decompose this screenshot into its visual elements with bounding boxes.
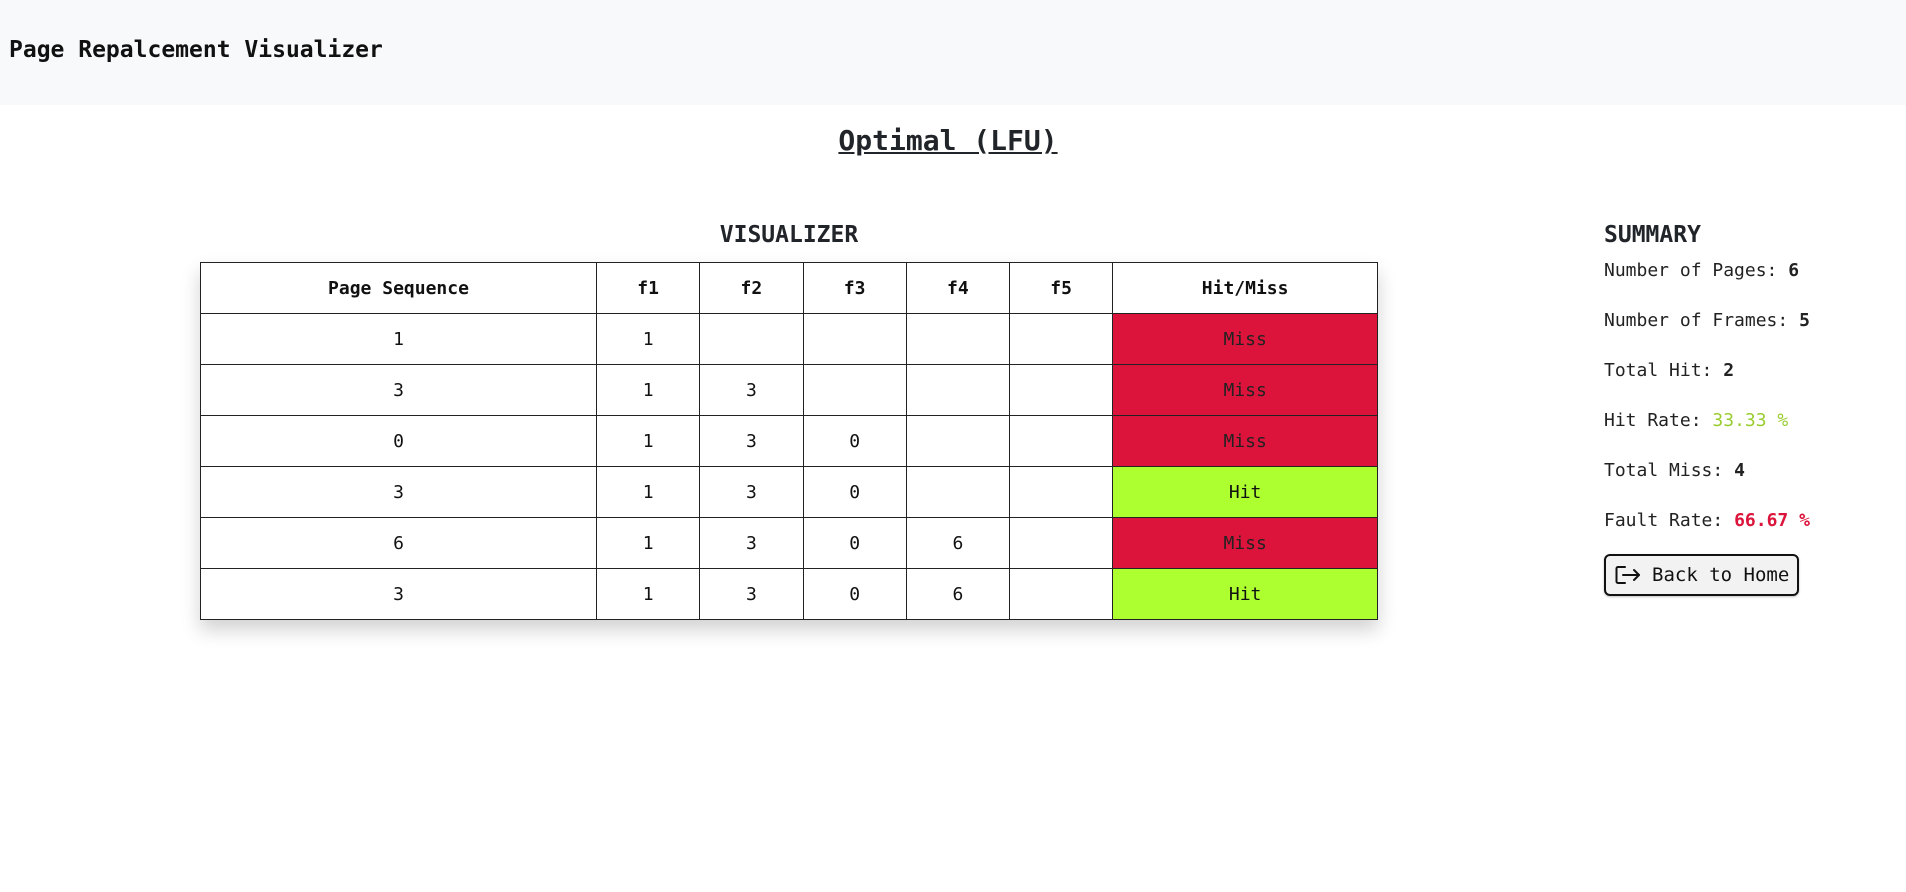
frame-cell: 0: [802, 466, 907, 518]
table-row: 1 1 Miss: [200, 313, 1378, 365]
page-cell: 0: [200, 415, 597, 467]
frame-cell: [905, 313, 1011, 365]
page-cell: 3: [200, 364, 597, 416]
pages-value: 6: [1788, 260, 1800, 281]
frame-cell: 1: [595, 517, 701, 569]
navbar: Page Repalcement Visualizer: [0, 0, 1906, 105]
header-page-sequence: Page Sequence: [200, 262, 597, 314]
frame-cell: [905, 466, 1011, 518]
fault-rate-label: Fault Rate:: [1604, 510, 1724, 531]
header-f1: f1: [595, 262, 701, 314]
frame-cell: 3: [699, 364, 804, 416]
frame-cell: [1008, 364, 1114, 416]
result-cell: Miss: [1112, 517, 1378, 569]
summary-total-miss: Total Miss: 4: [1604, 460, 1894, 510]
back-to-home-label: Back to Home: [1652, 564, 1790, 586]
frame-cell: [1008, 466, 1114, 518]
table-body: 1 1 Miss 3 1 3 Miss 0 1 3 0 Miss 3 1 3 0…: [200, 313, 1378, 620]
result-cell: Miss: [1112, 415, 1378, 467]
total-hit-value: 2: [1723, 360, 1735, 381]
header-f4: f4: [905, 262, 1011, 314]
hit-rate-value: 33.33 %: [1712, 410, 1789, 431]
table-row: 3 1 3 0 6 Hit: [200, 568, 1378, 620]
frame-cell: [1008, 517, 1114, 569]
frame-cell: 0: [802, 568, 907, 620]
summary-frames: Number of Frames: 5: [1604, 310, 1894, 360]
frame-cell: 6: [905, 517, 1011, 569]
header-f5: f5: [1008, 262, 1114, 314]
frame-cell: [905, 415, 1011, 467]
table-header-row: Page Sequence f1 f2 f3 f4 f5 Hit/Miss: [200, 262, 1378, 314]
box-arrow-right-icon: [1614, 564, 1642, 586]
frame-cell: [905, 364, 1011, 416]
page-cell: 1: [200, 313, 597, 365]
table-row: 6 1 3 0 6 Miss: [200, 517, 1378, 569]
back-to-home-button[interactable]: Back to Home: [1604, 554, 1800, 596]
result-cell: Miss: [1112, 364, 1378, 416]
result-cell: Miss: [1112, 313, 1378, 365]
page-cell: 3: [200, 466, 597, 518]
frame-cell: 0: [802, 517, 907, 569]
frame-cell: 3: [699, 466, 804, 518]
total-hit-label: Total Hit:: [1604, 360, 1713, 381]
summary-hit-rate: Hit Rate: 33.33 %: [1604, 410, 1894, 460]
result-cell: Hit: [1112, 568, 1378, 620]
frame-cell: 1: [595, 466, 701, 518]
frame-cell: [802, 364, 907, 416]
frame-cell: 6: [905, 568, 1011, 620]
frame-cell: [1008, 313, 1114, 365]
summary-heading: SUMMARY: [1604, 222, 1701, 248]
frame-cell: 3: [699, 568, 804, 620]
frames-label: Number of Frames:: [1604, 310, 1789, 331]
frame-cell: 1: [595, 415, 701, 467]
navbar-brand[interactable]: Page Repalcement Visualizer: [9, 37, 383, 63]
summary-pages: Number of Pages: 6: [1604, 260, 1894, 310]
frame-cell: [699, 313, 804, 365]
total-miss-label: Total Miss:: [1604, 460, 1724, 481]
header-f3: f3: [802, 262, 907, 314]
table-row: 3 1 3 0 Hit: [200, 466, 1378, 518]
frame-cell: 1: [595, 568, 701, 620]
summary-fault-rate: Fault Rate: 66.67 %: [1604, 510, 1894, 560]
frame-cell: 1: [595, 313, 701, 365]
frames-value: 5: [1799, 310, 1810, 331]
table-row: 3 1 3 Miss: [200, 364, 1378, 416]
frame-cell: 3: [699, 517, 804, 569]
summary-panel: SUMMARY Number of Pages: 6 Number of Fra…: [1604, 222, 1894, 596]
frame-cell: [802, 313, 907, 365]
page-cell: 3: [200, 568, 597, 620]
frame-cell: [1008, 568, 1114, 620]
page-cell: 6: [200, 517, 597, 569]
header-f2: f2: [699, 262, 804, 314]
frame-cell: [1008, 415, 1114, 467]
result-cell: Hit: [1112, 466, 1378, 518]
frame-cell: 0: [802, 415, 907, 467]
frame-cell: 1: [595, 364, 701, 416]
visualizer-heading: VISUALIZER: [719, 222, 859, 248]
hit-rate-label: Hit Rate:: [1604, 410, 1702, 431]
header-hit-miss: Hit/Miss: [1112, 262, 1378, 314]
table-row: 0 1 3 0 Miss: [200, 415, 1378, 467]
fault-rate-value: 66.67 %: [1734, 510, 1810, 531]
pages-label: Number of Pages:: [1604, 260, 1778, 281]
algorithm-title: Optimal (LFU): [838, 124, 1058, 157]
visualizer-table: Page Sequence f1 f2 f3 f4 f5 Hit/Miss 1 …: [200, 262, 1378, 620]
summary-total-hit: Total Hit: 2: [1604, 360, 1894, 410]
total-miss-value: 4: [1734, 460, 1745, 481]
frame-cell: 3: [699, 415, 804, 467]
